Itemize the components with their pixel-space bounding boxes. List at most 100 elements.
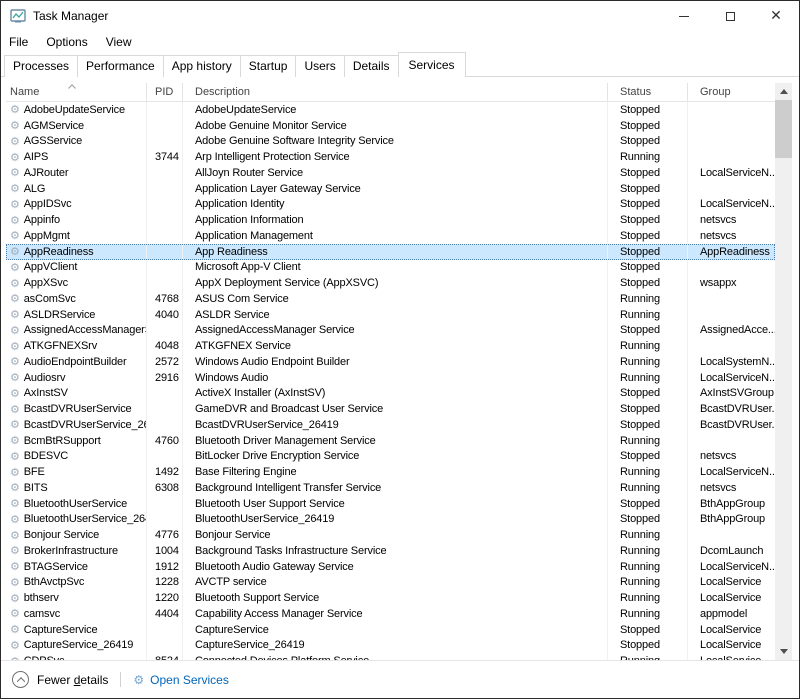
table-row[interactable]: ⚙bthserv 1220 Bluetooth Support Service … xyxy=(6,590,775,606)
fewer-details-button[interactable]: Fewer details xyxy=(37,673,108,687)
table-row[interactable]: ⚙BthAvctpSvc 1228 AVCTP service Running … xyxy=(6,575,775,591)
table-row[interactable]: ⚙BluetoothUserService_26419 BluetoothUse… xyxy=(6,512,775,528)
table-row[interactable]: ⚙Appinfo Application Information Stopped… xyxy=(6,212,775,228)
cell-group: BcastDVRUser... xyxy=(688,417,775,433)
menu-options[interactable]: Options xyxy=(37,33,96,51)
table-row[interactable]: ⚙BluetoothUserService Bluetooth User Sup… xyxy=(6,496,775,512)
cell-description: Arp Intelligent Protection Service xyxy=(183,149,608,165)
tab-users[interactable]: Users xyxy=(295,55,344,77)
cell-group: BthAppGroup xyxy=(688,512,775,528)
cell-name: ⚙BluetoothUserService xyxy=(6,496,147,512)
table-row[interactable]: ⚙AppMgmt Application Management Stopped … xyxy=(6,228,775,244)
scrollbar-up-button[interactable] xyxy=(775,83,792,100)
cell-pid xyxy=(147,260,183,276)
table-row[interactable]: ⚙CaptureService CaptureService Stopped L… xyxy=(6,622,775,638)
cell-description: AVCTP service xyxy=(183,575,608,591)
service-gear-icon: ⚙ xyxy=(10,482,20,493)
service-gear-icon: ⚙ xyxy=(10,309,20,320)
table-row[interactable]: ⚙AppReadiness App Readiness Stopped AppR… xyxy=(6,244,775,260)
cell-group: LocalServiceN... xyxy=(688,165,775,181)
table-row[interactable]: ⚙asComSvc 4768 ASUS Com Service Running xyxy=(6,291,775,307)
table-row[interactable]: ⚙AppVClient Microsoft App-V Client Stopp… xyxy=(6,260,775,276)
table-row[interactable]: ⚙ASLDRService 4040 ASLDR Service Running xyxy=(6,307,775,323)
table-row[interactable]: ⚙AppXSvc AppX Deployment Service (AppXSV… xyxy=(6,275,775,291)
table-row[interactable]: ⚙Bonjour Service 4776 Bonjour Service Ru… xyxy=(6,527,775,543)
cell-status: Stopped xyxy=(608,102,688,118)
cell-description: Windows Audio xyxy=(183,370,608,386)
column-header-status[interactable]: Status xyxy=(608,83,688,101)
column-header-description[interactable]: Description xyxy=(183,83,608,101)
cell-description: Application Identity xyxy=(183,197,608,213)
table-row[interactable]: ⚙AdobeUpdateService AdobeUpdateService S… xyxy=(6,102,775,118)
table-row[interactable]: ⚙AudioEndpointBuilder 2572 Windows Audio… xyxy=(6,354,775,370)
table-row[interactable]: ⚙AppIDSvc Application Identity Stopped L… xyxy=(6,197,775,213)
close-button[interactable]: ✕ xyxy=(753,1,799,31)
table-row[interactable]: ⚙BcastDVRUserService GameDVR and Broadca… xyxy=(6,401,775,417)
cell-group: netsvcs xyxy=(688,480,775,496)
cell-name: ⚙Appinfo xyxy=(6,212,147,228)
cell-group xyxy=(688,181,775,197)
service-gear-icon: ⚙ xyxy=(10,183,20,194)
table-row[interactable]: ⚙AssignedAccessManagerSvc AssignedAccess… xyxy=(6,323,775,339)
table-row[interactable]: ⚙BFE 1492 Base Filtering Engine Running … xyxy=(6,464,775,480)
tab-app-history[interactable]: App history xyxy=(163,55,241,77)
cell-description: ATKGFNEX Service xyxy=(183,338,608,354)
table-row[interactable]: ⚙BrokerInfrastructure 1004 Background Ta… xyxy=(6,543,775,559)
menu-file[interactable]: File xyxy=(9,33,37,51)
open-services-link[interactable]: ⚙ Open Services xyxy=(133,673,228,687)
menu-view[interactable]: View xyxy=(97,33,141,51)
close-icon: ✕ xyxy=(770,9,782,23)
tab-services[interactable]: Services xyxy=(398,52,466,77)
scrollbar-thumb[interactable] xyxy=(775,100,792,158)
tab-details[interactable]: Details xyxy=(344,55,399,77)
vertical-scrollbar[interactable] xyxy=(775,83,792,660)
sort-ascending-icon xyxy=(68,84,76,89)
table-row[interactable]: ⚙CaptureService_26419 CaptureService_264… xyxy=(6,638,775,654)
cell-status: Stopped xyxy=(608,275,688,291)
service-gear-icon: ⚙ xyxy=(10,640,20,651)
table-row[interactable]: ⚙AGSService Adobe Genuine Software Integ… xyxy=(6,134,775,150)
maximize-button[interactable] xyxy=(707,1,753,31)
table-row[interactable]: ⚙AxInstSV ActiveX Installer (AxInstSV) S… xyxy=(6,386,775,402)
table-row[interactable]: ⚙camsvc 4404 Capability Access Manager S… xyxy=(6,606,775,622)
tab-processes[interactable]: Processes xyxy=(4,55,78,77)
cell-status: Stopped xyxy=(608,197,688,213)
column-header-name[interactable]: Name xyxy=(6,83,147,101)
tab-performance[interactable]: Performance xyxy=(77,55,164,77)
minimize-button[interactable] xyxy=(661,1,707,31)
cell-pid xyxy=(147,417,183,433)
cell-pid xyxy=(147,165,183,181)
cell-description: BluetoothUserService_26419 xyxy=(183,512,608,528)
cell-name: ⚙BluetoothUserService_26419 xyxy=(6,512,147,528)
cell-status: Stopped xyxy=(608,212,688,228)
tab-startup[interactable]: Startup xyxy=(240,55,297,77)
table-row[interactable]: ⚙BITS 6308 Background Intelligent Transf… xyxy=(6,480,775,496)
table-row[interactable]: ⚙ALG Application Layer Gateway Service S… xyxy=(6,181,775,197)
column-header-group[interactable]: Group xyxy=(688,83,775,101)
cell-description: ASLDR Service xyxy=(183,307,608,323)
cell-group: LocalServiceN... xyxy=(688,464,775,480)
table-row[interactable]: ⚙ATKGFNEXSrv 4048 ATKGFNEX Service Runni… xyxy=(6,338,775,354)
service-gear-icon: ⚙ xyxy=(10,136,20,147)
cell-pid: 4040 xyxy=(147,307,183,323)
table-row[interactable]: ⚙AJRouter AllJoyn Router Service Stopped… xyxy=(6,165,775,181)
scrollbar-down-button[interactable] xyxy=(775,643,792,660)
table-row[interactable]: ⚙BDESVC BitLocker Drive Encryption Servi… xyxy=(6,449,775,465)
scrollbar-track[interactable] xyxy=(775,158,792,643)
table-row[interactable]: ⚙AGMService Adobe Genuine Monitor Servic… xyxy=(6,118,775,134)
table-row[interactable]: ⚙CDPSvc 8524 Connected Devices Platform … xyxy=(6,653,775,660)
cell-name: ⚙BcmBtRSupport xyxy=(6,433,147,449)
cell-pid xyxy=(147,638,183,654)
service-gear-icon: ⚙ xyxy=(10,451,20,462)
table-row[interactable]: ⚙Audiosrv 2916 Windows Audio Running Loc… xyxy=(6,370,775,386)
cell-status: Running xyxy=(608,291,688,307)
column-header-pid[interactable]: PID xyxy=(147,83,183,101)
cell-description: Bluetooth User Support Service xyxy=(183,496,608,512)
table-row[interactable]: ⚙BcastDVRUserService_26419 BcastDVRUserS… xyxy=(6,417,775,433)
cell-name: ⚙AudioEndpointBuilder xyxy=(6,354,147,370)
service-gear-icon: ⚙ xyxy=(10,593,20,604)
table-row[interactable]: ⚙BcmBtRSupport 4760 Bluetooth Driver Man… xyxy=(6,433,775,449)
table-row[interactable]: ⚙BTAGService 1912 Bluetooth Audio Gatewa… xyxy=(6,559,775,575)
cell-status: Stopped xyxy=(608,622,688,638)
table-row[interactable]: ⚙AIPS 3744 Arp Intelligent Protection Se… xyxy=(6,149,775,165)
